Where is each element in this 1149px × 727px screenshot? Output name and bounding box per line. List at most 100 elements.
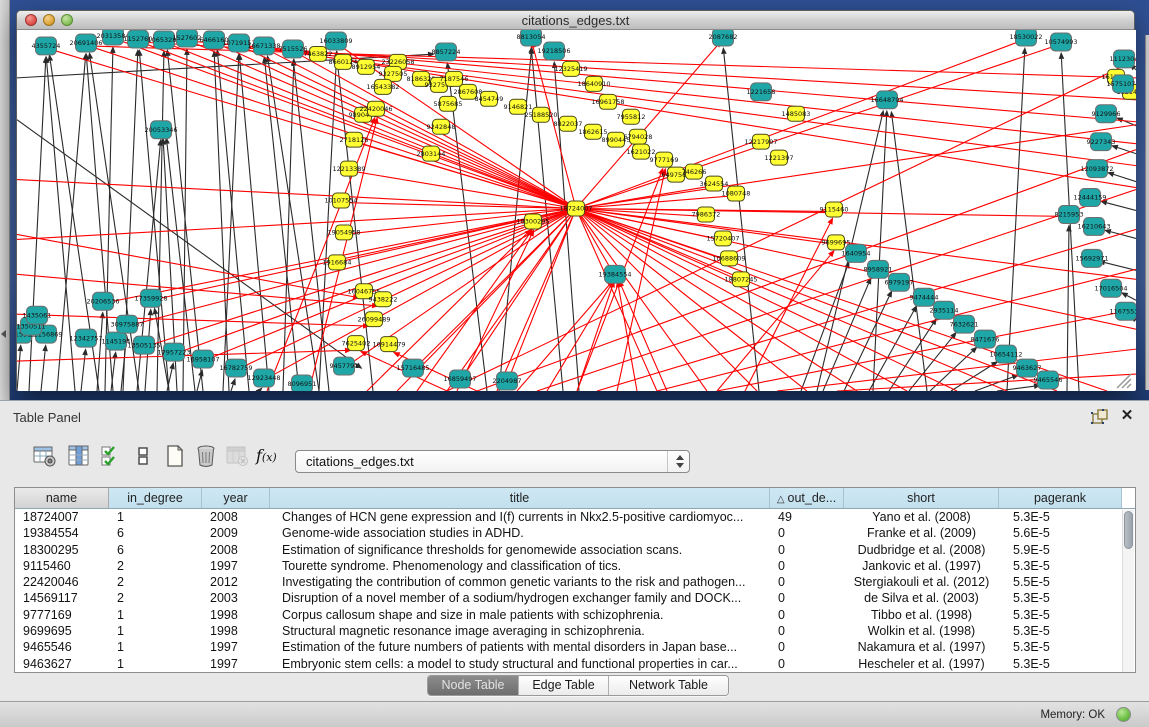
table-cell[interactable]: 1998 bbox=[202, 623, 270, 639]
table-cell[interactable]: Estimation of significance thresholds fo… bbox=[270, 542, 770, 558]
graph-node[interactable]: 1221397 bbox=[765, 150, 794, 165]
column-header-short[interactable]: short bbox=[844, 488, 999, 508]
table-cell[interactable]: Hescheler et al. (1997) bbox=[844, 656, 999, 672]
graph-node[interactable]: 1640954 bbox=[842, 244, 871, 262]
table-cell[interactable]: 14569117 bbox=[15, 590, 109, 606]
table-row[interactable]: 1938455462009Genome-wide association stu… bbox=[15, 525, 1122, 541]
table-cell[interactable]: 5.3E-5 bbox=[999, 639, 1122, 655]
graph-node[interactable]: 19218506 bbox=[537, 42, 570, 60]
graph-node[interactable]: 2935114 bbox=[930, 301, 959, 319]
table-cell[interactable]: Changes of HCN gene expression and I(f) … bbox=[270, 509, 770, 525]
graph-node[interactable]: 9463627 bbox=[1013, 359, 1042, 377]
table-cell[interactable]: 1997 bbox=[202, 558, 270, 574]
table-cell[interactable]: 5.3E-5 bbox=[999, 558, 1122, 574]
graph-node[interactable]: 16958107 bbox=[186, 350, 219, 368]
table-cell[interactable]: 0 bbox=[770, 542, 844, 558]
window-resize-grip[interactable] bbox=[1117, 374, 1131, 388]
table-cell[interactable]: 5.9E-5 bbox=[999, 542, 1122, 558]
table-cell[interactable]: 0 bbox=[770, 574, 844, 590]
graph-node[interactable]: 9457791 bbox=[330, 357, 359, 375]
left-panel-divider[interactable] bbox=[0, 0, 10, 400]
table-cell[interactable]: 5.3E-5 bbox=[999, 607, 1122, 623]
table-cell[interactable]: 0 bbox=[770, 639, 844, 655]
graph-node[interactable]: 1527602 bbox=[173, 30, 202, 47]
graph-node[interactable]: 9242848 bbox=[427, 119, 456, 134]
table-cell[interactable]: 2009 bbox=[202, 525, 270, 541]
graph-node[interactable]: 8958921 bbox=[864, 260, 893, 278]
table-cell[interactable]: 5.3E-5 bbox=[999, 509, 1122, 525]
graph-node[interactable]: 5875685 bbox=[434, 96, 463, 111]
table-cell[interactable]: 9463627 bbox=[15, 656, 109, 672]
new-table-button[interactable] bbox=[162, 441, 188, 471]
table-cell[interactable]: Disruption of a novel member of a sodium… bbox=[270, 590, 770, 606]
table-cell[interactable]: Tibbo et al. (1998) bbox=[844, 607, 999, 623]
table-cell[interactable]: Genome-wide association studies in ADHD. bbox=[270, 525, 770, 541]
table-cell[interactable]: 0 bbox=[770, 656, 844, 672]
column-header-pagerank[interactable]: pagerank bbox=[999, 488, 1122, 508]
table-cell[interactable]: 2012 bbox=[202, 574, 270, 590]
table-cell[interactable]: 5.3E-5 bbox=[999, 623, 1122, 639]
table-cell[interactable]: 0 bbox=[770, 590, 844, 606]
tab-network-table[interactable]: Network Table bbox=[608, 676, 728, 695]
graph-node[interactable]: 8813054 bbox=[517, 30, 546, 46]
table-row[interactable]: 969969511998Structural magnetic resonanc… bbox=[15, 623, 1122, 639]
network-canvas[interactable]: 4355724206914062031358411527601065328715… bbox=[17, 30, 1136, 391]
table-cell[interactable]: Wolkin et al. (1998) bbox=[844, 623, 999, 639]
table-cell[interactable]: 1 bbox=[109, 607, 202, 623]
table-cell[interactable]: 9465546 bbox=[15, 639, 109, 655]
graph-node[interactable]: 12213389 bbox=[332, 161, 365, 176]
graph-node[interactable]: 9115460 bbox=[820, 202, 849, 217]
graph-node[interactable]: 7986372 bbox=[692, 207, 721, 222]
table-cell[interactable]: 0 bbox=[770, 525, 844, 541]
table-cell[interactable]: Nakamura et al. (1997) bbox=[844, 639, 999, 655]
graph-node[interactable]: 9227343 bbox=[1087, 133, 1116, 151]
graph-node[interactable]: 15720407 bbox=[706, 231, 739, 246]
table-cell[interactable]: 49 bbox=[770, 509, 844, 525]
tab-edge-table[interactable]: Edge Table bbox=[518, 676, 608, 695]
table-vertical-scrollbar[interactable] bbox=[1122, 510, 1134, 672]
table-cell[interactable]: 1998 bbox=[202, 607, 270, 623]
table-selector-dropdown[interactable]: citations_edges.txt bbox=[295, 450, 690, 473]
table-cell[interactable]: Dudbridge et al. (2008) bbox=[844, 542, 999, 558]
graph-node[interactable]: 18640910 bbox=[577, 76, 610, 91]
table-cell[interactable]: 5.3E-5 bbox=[999, 590, 1122, 606]
float-panel-button[interactable] bbox=[1091, 409, 1109, 425]
graph-node[interactable]: 1112304 bbox=[1110, 50, 1136, 68]
function-builder-button[interactable]: f(x) bbox=[256, 446, 286, 465]
column-header-out-de-[interactable]: △out_de... bbox=[770, 488, 844, 508]
table-cell[interactable]: Structural magnetic resonance image aver… bbox=[270, 623, 770, 639]
graph-node[interactable]: 2087682 bbox=[709, 30, 738, 46]
graph-node[interactable]: 18807245 bbox=[724, 272, 757, 287]
graph-node[interactable]: 1080748 bbox=[722, 186, 751, 201]
table-cell[interactable]: 1 bbox=[109, 639, 202, 655]
table-cell[interactable]: 5.6E-5 bbox=[999, 525, 1122, 541]
graph-node[interactable]: 12217997 bbox=[744, 134, 777, 149]
cell-view-button[interactable] bbox=[130, 441, 156, 471]
graph-node[interactable]: 7955812 bbox=[617, 109, 646, 124]
table-cell[interactable]: 6 bbox=[109, 525, 202, 541]
table-cell[interactable]: 0 bbox=[770, 558, 844, 574]
graph-node[interactable]: 4355724 bbox=[32, 37, 61, 55]
table-cell[interactable]: 0 bbox=[770, 623, 844, 639]
table-cell[interactable]: 2008 bbox=[202, 542, 270, 558]
graph-node[interactable]: 1221658 bbox=[747, 83, 776, 101]
graph-node[interactable]: 8215953 bbox=[1055, 206, 1084, 224]
graph-node[interactable]: 1916684 bbox=[323, 255, 352, 270]
table-cell[interactable]: Estimation of the future numbers of pati… bbox=[270, 639, 770, 655]
table-cell[interactable]: 0 bbox=[770, 607, 844, 623]
column-select-button[interactable] bbox=[98, 441, 124, 471]
table-cell[interactable]: 18724007 bbox=[15, 509, 109, 525]
graph-node[interactable]: 9465546 bbox=[1034, 371, 1063, 389]
table-cell[interactable]: 1 bbox=[109, 623, 202, 639]
graph-node[interactable]: 2204987 bbox=[493, 372, 522, 390]
scrollbar-thumb[interactable] bbox=[1124, 511, 1133, 549]
table-row[interactable]: 1872400712008Changes of HCN gene express… bbox=[15, 509, 1122, 525]
table-cell[interactable]: Embryonic stem cells: a model to study s… bbox=[270, 656, 770, 672]
graph-node[interactable]: 16859497 bbox=[443, 370, 476, 388]
table-cell[interactable]: 9115460 bbox=[15, 558, 109, 574]
table-cell[interactable]: 2 bbox=[109, 590, 202, 606]
graph-node[interactable]: 20206536 bbox=[86, 292, 119, 310]
graph-node[interactable]: 17016504 bbox=[1094, 279, 1127, 297]
panel-collapse-arrow-icon[interactable] bbox=[1, 330, 6, 338]
graph-node[interactable]: 16648794 bbox=[870, 91, 903, 109]
